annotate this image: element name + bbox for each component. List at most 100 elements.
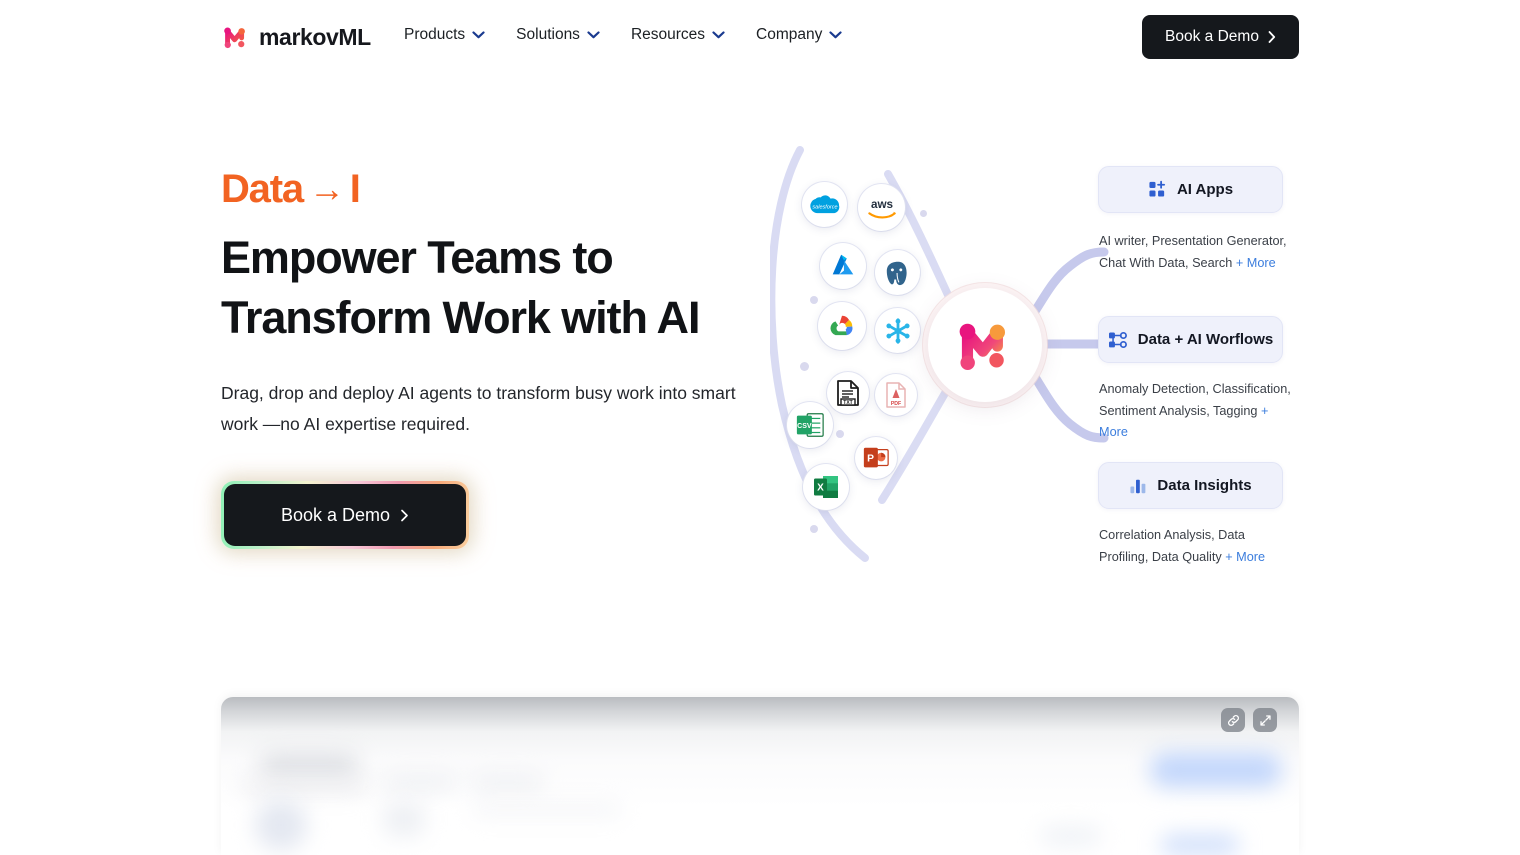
hero-text-block: Data → I Empower Teams to Transform Work… bbox=[221, 163, 821, 549]
link-icon bbox=[1227, 714, 1239, 726]
feature-card-ai-apps[interactable]: AI Apps bbox=[1098, 166, 1283, 213]
preview-blur-shape bbox=[383, 801, 425, 837]
nav-item-company[interactable]: Company bbox=[756, 26, 842, 44]
preview-blur-shape bbox=[241, 781, 369, 793]
source-node-salesforce[interactable]: salesforce bbox=[802, 182, 847, 227]
hero-book-demo-button[interactable]: Book a Demo bbox=[224, 484, 466, 546]
more-link[interactable]: + More bbox=[1225, 550, 1265, 564]
arrow-right-glyph: → bbox=[308, 168, 345, 209]
postgresql-icon bbox=[886, 261, 907, 285]
decor-dot bbox=[920, 210, 927, 217]
feature-card-title: AI Apps bbox=[1176, 181, 1234, 198]
grid-plus-icon bbox=[1149, 180, 1165, 197]
nav-label: Products bbox=[404, 26, 466, 43]
decor-dot bbox=[810, 296, 818, 304]
hero-headline-line2: Transform Work with AI bbox=[221, 292, 700, 343]
preview-blur-shape bbox=[259, 753, 359, 779]
source-node-azure[interactable] bbox=[820, 243, 866, 289]
feature-card-data-insights[interactable]: Data Insights bbox=[1098, 462, 1283, 509]
salesforce-icon: salesforce bbox=[809, 194, 839, 213]
landing-page: markovML Products Solutions Resources Co… bbox=[0, 0, 1520, 855]
expand-icon bbox=[1259, 714, 1271, 726]
nav-item-resources[interactable]: Resources bbox=[631, 26, 725, 44]
preview-controls bbox=[1221, 708, 1277, 732]
copy-link-button[interactable] bbox=[1221, 708, 1245, 732]
preview-blur-shape bbox=[471, 775, 543, 789]
decor-dot bbox=[836, 430, 844, 438]
nav-label: Resources bbox=[630, 26, 706, 43]
feature-card-title: Data + AI Worflows bbox=[1137, 331, 1274, 348]
hero-cta-glow: Book a Demo bbox=[221, 481, 469, 549]
source-node-google-cloud[interactable] bbox=[818, 302, 866, 350]
chevron-right-icon bbox=[1268, 31, 1276, 43]
bar-chart-icon bbox=[1130, 479, 1146, 493]
powerpoint-icon: P bbox=[863, 447, 889, 468]
svg-text:CSV: CSV bbox=[797, 423, 812, 430]
preview-blur-shape bbox=[383, 775, 457, 789]
csv-file-icon: CSV bbox=[796, 413, 824, 437]
chevron-down-icon bbox=[712, 31, 725, 39]
preview-blur-shape bbox=[471, 805, 623, 815]
source-node-csv[interactable]: CSV bbox=[787, 402, 833, 448]
hero-book-demo-label: Book a Demo bbox=[280, 504, 391, 525]
nav-item-solutions[interactable]: Solutions bbox=[516, 26, 600, 44]
feature-card-title: Data Insights bbox=[1157, 477, 1252, 494]
more-link[interactable]: + More bbox=[1236, 256, 1276, 270]
markovml-hub-logo bbox=[959, 323, 1006, 370]
chevron-down-icon bbox=[829, 31, 842, 39]
svg-text:TXT: TXT bbox=[843, 400, 852, 406]
excel-icon: X bbox=[814, 476, 838, 498]
source-node-aws[interactable]: aws bbox=[858, 184, 905, 231]
fullscreen-button[interactable] bbox=[1253, 708, 1277, 732]
feature-card-desc-ai-apps: AI writer, Presentation Generator, Chat … bbox=[1099, 231, 1291, 274]
pdf-file-icon: PDF bbox=[886, 382, 906, 408]
chevron-right-icon bbox=[401, 509, 408, 521]
hero-headline-line1: Empower Teams to bbox=[221, 232, 614, 283]
preview-blur-shape bbox=[255, 799, 307, 851]
txt-file-icon: TXT bbox=[837, 380, 859, 406]
logo-text: markovML bbox=[259, 23, 371, 50]
nav-label: Solutions bbox=[516, 26, 580, 43]
preview-blur-shape bbox=[1041, 827, 1101, 845]
svg-text:aws: aws bbox=[870, 198, 893, 211]
logo[interactable]: markovML bbox=[221, 22, 371, 52]
chevron-down-icon bbox=[587, 31, 600, 39]
header-book-demo-button[interactable]: Book a Demo bbox=[1142, 15, 1299, 59]
nav-item-products[interactable]: Products bbox=[404, 26, 485, 44]
preview-blur-shape bbox=[1151, 753, 1281, 787]
decor-dot bbox=[800, 362, 809, 371]
aws-icon: aws bbox=[867, 198, 896, 219]
feature-desc-text: Correlation Analysis, Data Profiling, Da… bbox=[1099, 528, 1245, 564]
feature-card-data-ai-workflows[interactable]: Data + AI Worflows bbox=[1098, 316, 1283, 363]
svg-text:X: X bbox=[817, 482, 824, 493]
svg-text:salesforce: salesforce bbox=[812, 204, 837, 210]
hero-eyebrow-prefix: Data bbox=[221, 167, 304, 211]
hero-subcopy: Drag, drop and deploy AI agents to trans… bbox=[221, 383, 736, 434]
workflow-nodes-icon bbox=[1108, 331, 1127, 348]
product-demo-preview[interactable] bbox=[221, 697, 1299, 855]
svg-text:P: P bbox=[867, 454, 874, 465]
source-node-postgresql[interactable] bbox=[875, 250, 920, 295]
google-cloud-icon bbox=[830, 315, 853, 336]
source-node-txt[interactable]: TXT bbox=[827, 372, 869, 414]
preview-blur-shape bbox=[1161, 835, 1239, 855]
hero-eyebrow-typed: I bbox=[349, 167, 361, 211]
nav-label: Company bbox=[756, 26, 823, 43]
hero-eyebrow: Data → I bbox=[221, 163, 821, 215]
source-node-powerpoint[interactable]: P bbox=[855, 437, 897, 479]
svg-text:PDF: PDF bbox=[891, 401, 901, 407]
feature-card-desc-data-ai-workflows: Anomaly Detection, Classification, Senti… bbox=[1099, 379, 1299, 444]
hero-headline: Empower Teams to Transform Work with AI bbox=[221, 228, 821, 348]
main-nav: Products Solutions Resources Company bbox=[404, 26, 842, 44]
decor-dot bbox=[810, 525, 818, 533]
source-node-pdf[interactable]: PDF bbox=[875, 374, 917, 416]
feature-card-desc-data-insights: Correlation Analysis, Data Profiling, Da… bbox=[1099, 525, 1289, 568]
snowflake-icon bbox=[885, 317, 910, 344]
header-book-demo-label: Book a Demo bbox=[1165, 28, 1259, 45]
markovml-hub bbox=[928, 288, 1042, 402]
azure-icon bbox=[832, 254, 854, 275]
markovml-logo-icon bbox=[224, 27, 245, 49]
source-node-snowflake[interactable] bbox=[875, 308, 920, 353]
chevron-down-icon bbox=[472, 31, 485, 39]
source-node-excel[interactable]: X bbox=[803, 464, 849, 510]
